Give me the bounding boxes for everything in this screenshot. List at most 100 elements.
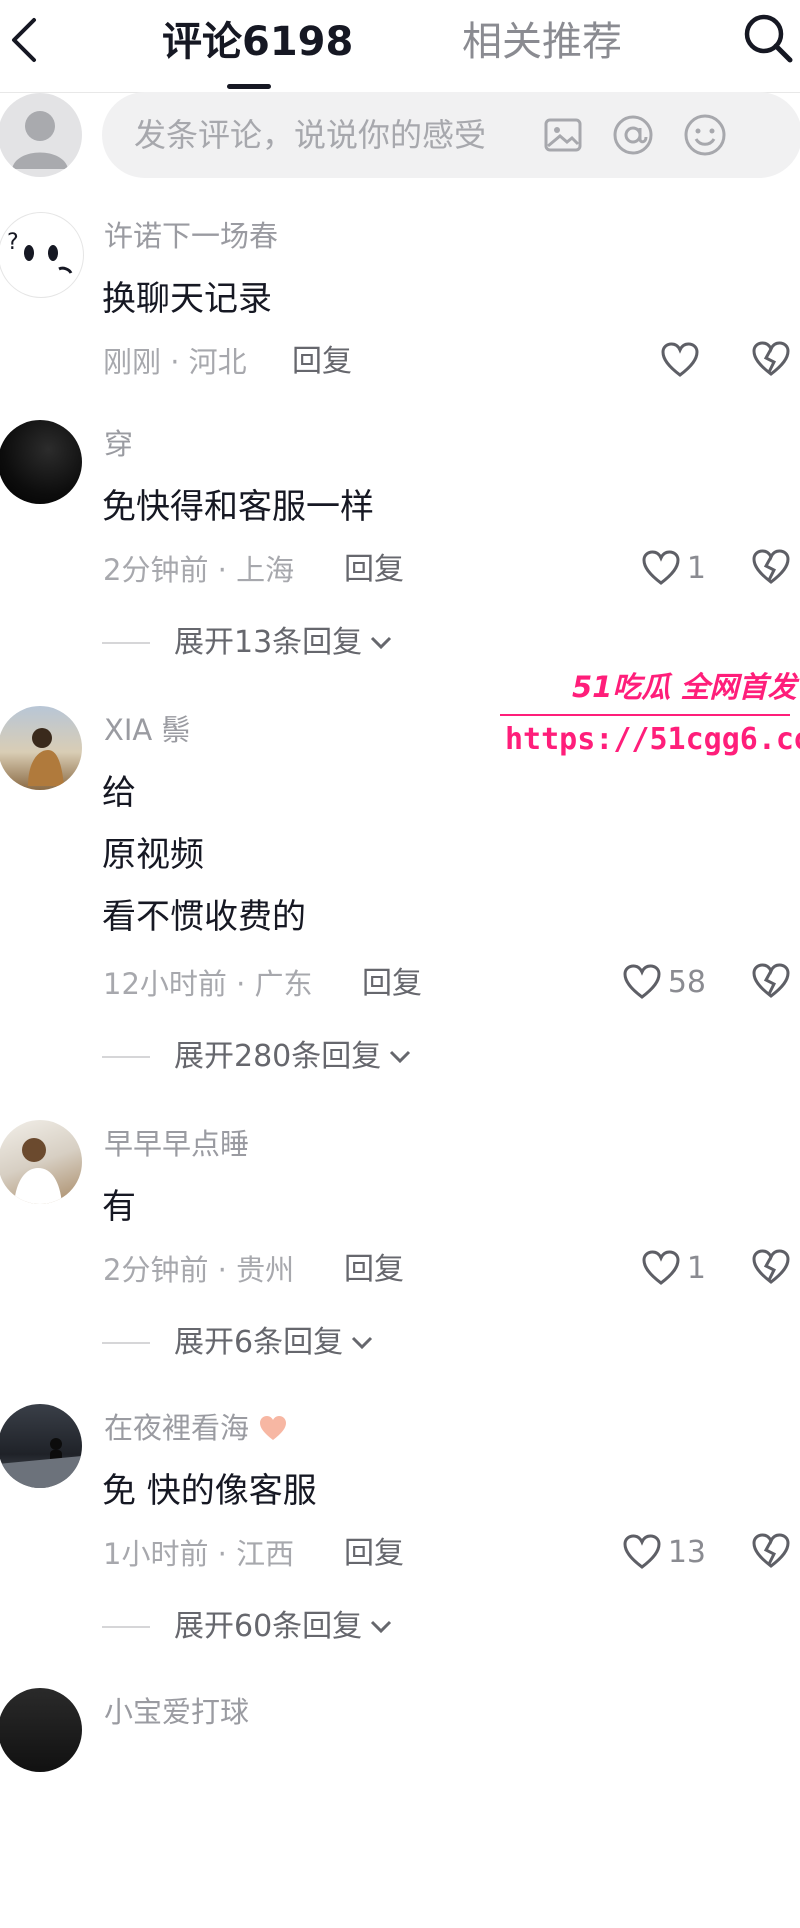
heart-icon	[623, 1534, 661, 1569]
broken-heart-icon	[752, 963, 790, 998]
search-icon	[744, 14, 793, 63]
dislike-button[interactable]	[750, 338, 792, 380]
expand-replies-button[interactable]: 展开60条回复	[102, 1606, 396, 1648]
like-button[interactable]	[660, 338, 706, 382]
expand-divider	[102, 642, 150, 644]
broken-heart-icon	[752, 1533, 790, 1568]
person-photo-icon	[28, 728, 64, 786]
comment-text: 换聊天记录	[102, 279, 272, 319]
comment-meta: 1小时前 · 江西	[103, 1537, 295, 1571]
comment-text: 原视频	[102, 835, 204, 875]
comment-meta: 2分钟前 · 贵州	[103, 1253, 295, 1287]
like-count: 13	[667, 1534, 706, 1570]
username[interactable]: XIA 鬃	[104, 712, 190, 748]
broken-heart-icon	[752, 549, 790, 584]
back-button[interactable]	[6, 14, 50, 66]
emoji-icon	[684, 114, 726, 156]
tab-comments[interactable]: 评论6198	[162, 16, 353, 68]
expand-replies-label: 展开60条回复	[174, 1609, 363, 1644]
chevron-left-icon	[12, 18, 36, 62]
reply-button[interactable]: 回复	[344, 550, 404, 590]
heart-icon	[623, 964, 661, 999]
broken-heart-icon	[752, 341, 790, 376]
like-count: 58	[667, 964, 706, 1000]
like-button[interactable]: 58	[622, 960, 706, 1004]
image-button[interactable]	[540, 112, 586, 158]
expand-divider	[102, 1342, 150, 1344]
expand-replies-label: 展开280条回复	[174, 1039, 382, 1074]
comment-item: 穿 免快得和客服一样 2分钟前 · 上海 回复 1 展开13条回复	[0, 420, 800, 660]
at-sign-icon	[613, 115, 653, 155]
avatar[interactable]	[0, 706, 82, 790]
chevron-down-icon	[371, 1620, 392, 1634]
username[interactable]: 小宝爱打球	[104, 1694, 249, 1730]
expand-divider	[102, 1626, 150, 1628]
dislike-button[interactable]	[750, 546, 792, 588]
avatar[interactable]	[0, 420, 82, 504]
dislike-button[interactable]	[750, 1246, 792, 1288]
username-text: 在夜裡看海	[104, 1411, 250, 1445]
my-avatar[interactable]	[0, 93, 82, 177]
comment-item: 小宝爱打球	[0, 1688, 800, 1928]
comment-meta: 12小时前 · 广东	[103, 967, 313, 1001]
username[interactable]: 许诺下一场春	[104, 218, 278, 254]
heart-icon	[642, 550, 680, 585]
heart-icon	[661, 342, 699, 377]
comment-text: 看不惯收费的	[102, 897, 306, 937]
watermark-brand: 51吃瓜 全网首发	[572, 670, 797, 704]
broken-heart-icon	[752, 1249, 790, 1284]
heart-emoji-icon	[260, 1416, 287, 1440]
heart-icon	[642, 1250, 680, 1285]
username[interactable]: 在夜裡看海	[104, 1410, 288, 1446]
expand-replies-button[interactable]: 展开280条回复	[102, 1036, 415, 1078]
like-button[interactable]: 13	[622, 1530, 706, 1574]
reply-button[interactable]: 回复	[292, 342, 352, 382]
chevron-down-icon	[390, 1050, 411, 1064]
comment-item: ? 许诺下一场春 换聊天记录 刚刚 · 河北 回复	[0, 212, 800, 452]
reply-button[interactable]: 回复	[344, 1250, 404, 1290]
comment-input-placeholder: 发条评论，说说你的感受	[134, 116, 487, 154]
person-photo-icon	[14, 1138, 62, 1204]
avatar[interactable]	[0, 1120, 82, 1204]
expand-replies-label: 展开6条回复	[174, 1325, 344, 1360]
comment-text: 给	[102, 773, 136, 813]
reply-button[interactable]: 回复	[344, 1534, 404, 1574]
comment-text: 有	[102, 1187, 136, 1227]
expand-replies-button[interactable]: 展开6条回复	[102, 1322, 377, 1364]
username[interactable]: 早早早点睡	[104, 1126, 249, 1162]
username[interactable]: 穿	[104, 426, 133, 462]
comment-item: 在夜裡看海 免 快的像客服 1小时前 · 江西 回复 13 展开60条回复	[0, 1404, 800, 1644]
comment-text: 免 快的像客服	[102, 1471, 317, 1511]
avatar[interactable]	[0, 1688, 82, 1772]
chevron-down-icon	[371, 636, 392, 650]
reply-button[interactable]: 回复	[362, 964, 422, 1004]
expand-replies-button[interactable]: 展开13条回复	[102, 622, 396, 664]
svg-text:?: ?	[7, 230, 19, 255]
watermark-divider	[500, 714, 790, 716]
chevron-down-icon	[352, 1336, 373, 1350]
person-photo-icon	[0, 1438, 82, 1488]
tab-related[interactable]: 相关推荐	[462, 16, 622, 68]
like-button[interactable]: 1	[641, 1246, 706, 1290]
avatar[interactable]: ?	[0, 212, 84, 298]
avatar[interactable]	[0, 1404, 82, 1488]
search-button[interactable]	[740, 8, 796, 64]
active-tab-indicator	[227, 84, 271, 89]
comment-item: 早早早点睡 有 2分钟前 · 贵州 回复 1 展开6条回复	[0, 1120, 800, 1360]
watermark-url: https://51cgg6.com	[505, 722, 800, 757]
comment-meta: 刚刚 · 河北	[103, 345, 247, 379]
dislike-button[interactable]	[750, 960, 792, 1002]
comment-input[interactable]: 发条评论，说说你的感受	[102, 92, 800, 178]
like-button[interactable]: 1	[641, 546, 706, 590]
mention-button[interactable]	[610, 112, 656, 158]
doodle-face-icon: ?	[7, 230, 73, 274]
like-count: 1	[686, 1250, 706, 1286]
emoji-button[interactable]	[682, 112, 728, 158]
image-icon	[544, 118, 582, 152]
comment-text: 免快得和客服一样	[102, 487, 374, 527]
expand-divider	[102, 1056, 150, 1058]
dislike-button[interactable]	[750, 1530, 792, 1572]
user-placeholder-icon	[12, 111, 68, 169]
comment-meta: 2分钟前 · 上海	[103, 553, 295, 587]
header-bar: 评论6198 相关推荐	[0, 0, 800, 93]
